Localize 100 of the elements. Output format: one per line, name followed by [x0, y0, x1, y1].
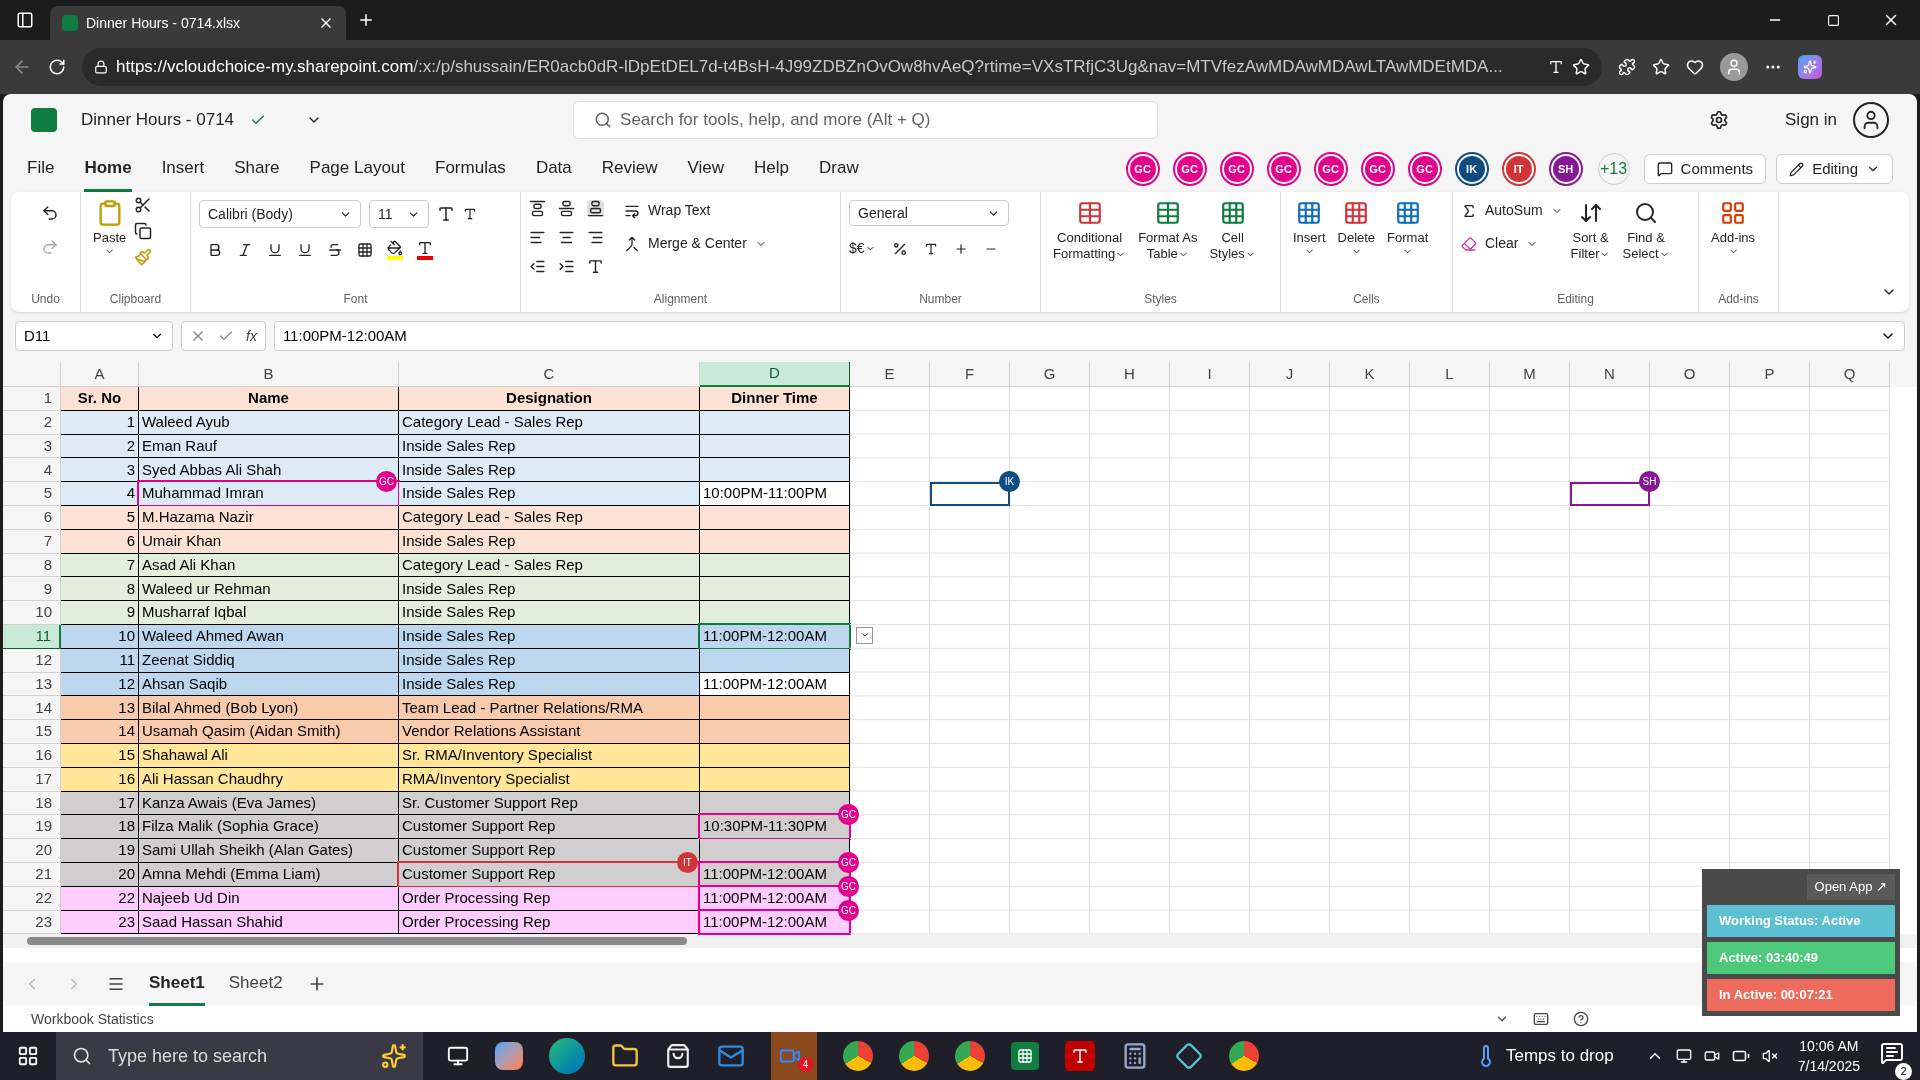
- align-top-icon[interactable]: [529, 200, 546, 217]
- row-header[interactable]: 20: [3, 839, 61, 863]
- format-as-table-button[interactable]: Format As Table: [1134, 196, 1202, 262]
- heart-icon[interactable]: [1686, 58, 1704, 76]
- font-color-icon[interactable]: [417, 240, 433, 260]
- function-button[interactable]: fx: [246, 325, 257, 347]
- row-header[interactable]: 21: [3, 862, 61, 887]
- collaborator-avatar[interactable]: GC: [1221, 154, 1252, 184]
- cut-icon[interactable]: [134, 196, 153, 214]
- grow-font-icon[interactable]: [437, 205, 455, 223]
- paste-button[interactable]: Paste: [89, 196, 131, 257]
- row-header[interactable]: 17: [3, 767, 61, 792]
- decrease-indent-icon[interactable]: [529, 258, 546, 275]
- align-bottom-icon[interactable]: [587, 200, 604, 217]
- menu-tab[interactable]: View: [687, 146, 725, 192]
- spreadsheet-icon[interactable]: [1011, 1042, 1039, 1070]
- sign-in-button[interactable]: Sign in: [1785, 107, 1837, 133]
- menu-tab[interactable]: File: [27, 146, 55, 192]
- browser-icon[interactable]: [549, 1038, 585, 1074]
- row-header[interactable]: 23: [3, 910, 61, 935]
- bold-icon[interactable]: [207, 242, 223, 258]
- search-field[interactable]: Search for tools, help, and more (Alt + Q): [573, 101, 1159, 139]
- copy-icon[interactable]: [134, 222, 153, 240]
- column-header[interactable]: J: [1250, 362, 1330, 387]
- collaborator-avatar[interactable]: GC: [1174, 154, 1205, 184]
- shrink-font-icon[interactable]: [463, 207, 477, 221]
- row-header[interactable]: 2: [3, 410, 61, 435]
- format-painter-icon[interactable]: [134, 248, 153, 266]
- column-header[interactable]: M: [1490, 362, 1570, 387]
- column-header[interactable]: I: [1170, 362, 1250, 387]
- camera-icon[interactable]: [1703, 1048, 1720, 1064]
- undo-icon[interactable]: [40, 204, 59, 222]
- strikethrough-icon[interactable]: [327, 242, 343, 258]
- menu-tab[interactable]: Insert: [161, 146, 205, 192]
- row-header[interactable]: 5: [3, 482, 61, 506]
- autosum-button[interactable]: AutoSum: [1461, 200, 1563, 221]
- editing-button[interactable]: Editing: [1776, 154, 1893, 184]
- row-header[interactable]: 12: [3, 648, 61, 673]
- insert-button[interactable]: Insert: [1289, 196, 1330, 257]
- sheet-tab[interactable]: Sheet2: [228, 962, 283, 1006]
- profile-icon[interactable]: [1720, 53, 1748, 81]
- row-header[interactable]: 13: [3, 672, 61, 697]
- menu-tab[interactable]: Share: [234, 146, 280, 192]
- address-bar[interactable]: https://vcloudchoice-my.sharepoint.com/:x:/p/shussain/ER0acb0dR-lDpEtDEL7d-t4BsH-4J99ZDBZnOvOw8hvAeQ?rtime=VXsTRfjC3Ug&nav=MTVfezAwMDAwMDAwLTAwMDEtMDA...: [82, 48, 1602, 86]
- mute-icon[interactable]: [1761, 1048, 1778, 1064]
- underline-icon[interactable]: [267, 242, 283, 258]
- fill-color-icon[interactable]: [387, 240, 403, 260]
- copilot-icon[interactable]: [495, 1042, 523, 1070]
- taskbar-search-field[interactable]: Type here to search: [56, 1032, 423, 1080]
- weather-text[interactable]: Temps to drop: [1505, 1043, 1614, 1069]
- collaborator-avatar[interactable]: GC: [1315, 154, 1346, 184]
- row-header[interactable]: 4: [3, 458, 61, 483]
- borders-icon[interactable]: [357, 242, 373, 258]
- collaborator-avatar[interactable]: GC: [1409, 154, 1440, 184]
- collaborator-avatar[interactable]: SH: [1550, 154, 1581, 184]
- column-header[interactable]: L: [1410, 362, 1490, 387]
- copilot-icon[interactable]: [1798, 55, 1822, 79]
- collaborator-avatar[interactable]: GC: [1268, 154, 1299, 184]
- store-icon[interactable]: [665, 1043, 691, 1069]
- increase-decimal-icon[interactable]: [953, 241, 968, 256]
- formula-field[interactable]: 11:00PM-12:00AM: [273, 321, 1905, 351]
- help-icon[interactable]: [1573, 1011, 1589, 1027]
- increase-indent-icon[interactable]: [558, 258, 575, 275]
- delete-button[interactable]: Delete: [1333, 196, 1380, 257]
- settings-icon[interactable]: [1709, 110, 1729, 130]
- network-icon[interactable]: [1675, 1048, 1692, 1064]
- column-header[interactable]: K: [1330, 362, 1410, 387]
- row-header[interactable]: 15: [3, 720, 61, 744]
- align-center-icon[interactable]: [558, 229, 575, 246]
- row-header[interactable]: 10: [3, 601, 61, 625]
- browser-tab[interactable]: Dinner Hours - 0714.xlsx: [50, 6, 346, 40]
- collaborator-avatar[interactable]: GC: [1362, 154, 1393, 184]
- collaborator-avatar[interactable]: IK: [1456, 154, 1487, 184]
- browser-icon[interactable]: [843, 1041, 873, 1071]
- refresh-icon[interactable]: [48, 58, 66, 76]
- comments-button[interactable]: Comments: [1643, 154, 1767, 184]
- add-ins-button[interactable]: Add-ins: [1707, 196, 1760, 257]
- wrap-text-button[interactable]: Wrap Text: [624, 200, 767, 221]
- cell-styles-button[interactable]: Cell Styles: [1205, 196, 1260, 262]
- notifications-icon[interactable]: [1880, 1040, 1904, 1065]
- menu-tab[interactable]: Formulas: [435, 146, 506, 192]
- clock-time[interactable]: 10:06 AM: [1799, 1036, 1859, 1056]
- horizontal-scrollbar[interactable]: [27, 937, 687, 946]
- column-header[interactable]: Q: [1810, 362, 1890, 387]
- row-header[interactable]: 9: [3, 577, 61, 602]
- column-header[interactable]: O: [1650, 362, 1730, 387]
- column-header[interactable]: H: [1090, 362, 1170, 387]
- file-name[interactable]: Dinner Hours - 0714: [81, 107, 235, 133]
- extensions-icon[interactable]: [1618, 58, 1636, 76]
- all-sheets-icon[interactable]: [107, 975, 125, 993]
- double-underline-icon[interactable]: [297, 242, 313, 258]
- row-header[interactable]: 1: [3, 387, 61, 411]
- row-header[interactable]: 6: [3, 506, 61, 530]
- column-header[interactable]: N: [1570, 362, 1650, 387]
- menu-tab[interactable]: Page Layout: [309, 146, 405, 192]
- browser-icon[interactable]: [899, 1041, 929, 1071]
- menu-tab[interactable]: Data: [535, 146, 572, 192]
- number-format-dropdown[interactable]: General: [849, 200, 1009, 226]
- row-header[interactable]: 14: [3, 696, 61, 721]
- menu-tab[interactable]: Help: [754, 146, 790, 192]
